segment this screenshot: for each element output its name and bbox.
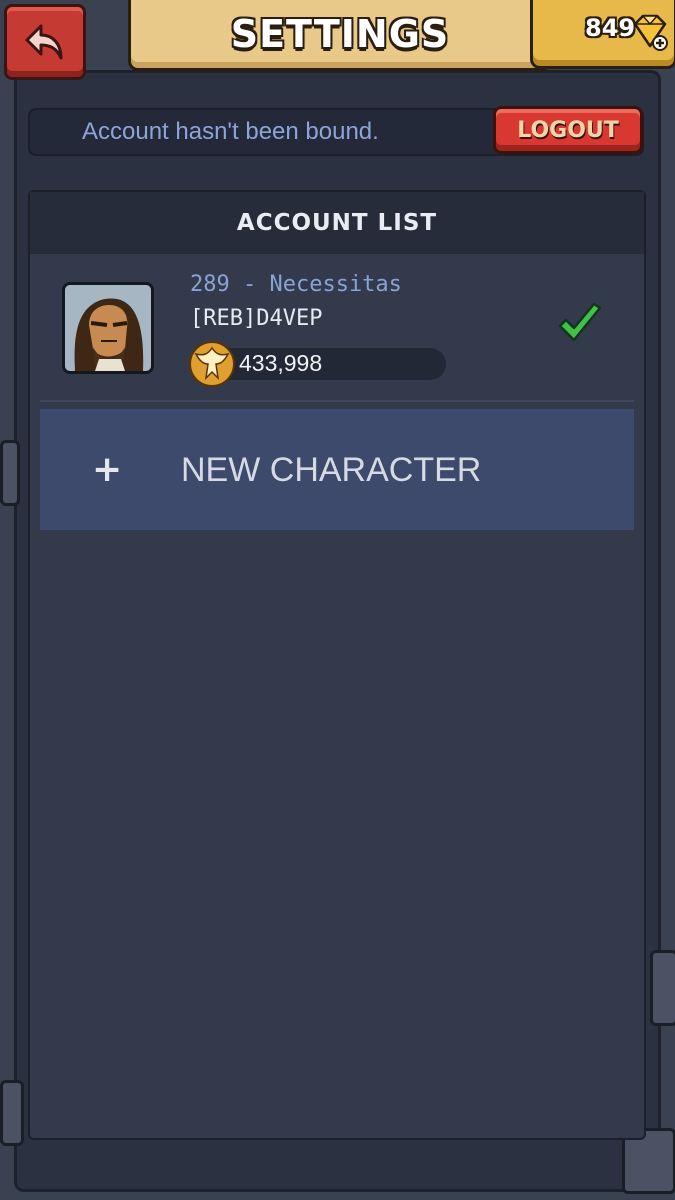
frame-stone: [0, 440, 20, 506]
title-banner: SETTINGS: [128, 0, 552, 71]
server-name: 289 - Necessitas: [190, 272, 402, 297]
plus-icon: +: [92, 449, 123, 490]
account-list-title: ACCOUNT LIST: [236, 210, 438, 236]
frame-stone: [650, 950, 675, 1026]
back-arrow-icon: [25, 24, 63, 60]
frame-stone: [0, 1080, 24, 1146]
back-button[interactable]: [4, 4, 86, 80]
avatar: [62, 282, 154, 374]
currency-panel[interactable]: 849: [530, 0, 675, 69]
gem-count: 849: [585, 14, 636, 42]
phoenix-power-icon: [189, 341, 235, 387]
character-row[interactable]: 289 - Necessitas [REB]D4VEP 433,998: [40, 258, 634, 402]
character-name: [REB]D4VEP: [190, 306, 323, 331]
selected-check-icon[interactable]: [556, 302, 604, 346]
gem-plus-icon[interactable]: [629, 12, 669, 52]
page-title: SETTINGS: [230, 12, 450, 56]
logout-button[interactable]: LOGOUT: [493, 106, 643, 154]
logout-label: LOGOUT: [517, 117, 619, 143]
power-value: 433,998: [239, 350, 323, 376]
account-status-text: Account hasn't been bound.: [82, 118, 379, 145]
account-list-header: ACCOUNT LIST: [30, 192, 644, 254]
new-character-button[interactable]: + NEW CHARACTER: [40, 409, 634, 530]
character-portrait: [65, 285, 151, 371]
new-character-label: NEW CHARACTER: [181, 451, 482, 489]
